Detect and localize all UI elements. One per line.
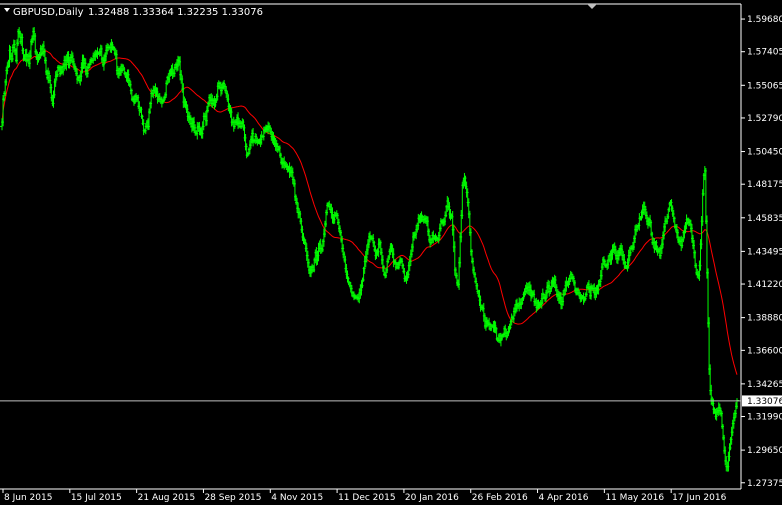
y-tick-label: 1.41220 xyxy=(747,280,782,290)
y-tick-label: 1.55065 xyxy=(747,81,782,91)
x-tick-label: 4 Nov 2015 xyxy=(271,493,323,503)
y-tick-label: 1.29650 xyxy=(747,446,782,456)
y-tick-label: 1.52790 xyxy=(747,114,782,124)
current-price-label: 1.33076 xyxy=(747,397,782,407)
x-tick-label: 20 Jan 2016 xyxy=(405,493,459,503)
x-tick-label: 11 May 2016 xyxy=(605,493,664,503)
chart-window[interactable]: GBPUSD,Daily 1.32488 1.33364 1.32235 1.3… xyxy=(0,0,782,505)
x-tick-label: 11 Dec 2015 xyxy=(338,493,396,503)
y-tick-label: 1.27375 xyxy=(747,479,782,489)
y-tick-label: 1.31990 xyxy=(747,413,782,423)
x-tick-label: 28 Sep 2015 xyxy=(204,493,261,503)
y-tick-label: 1.38880 xyxy=(747,314,782,324)
y-tick-label: 1.57405 xyxy=(747,48,782,58)
y-tick-label: 1.45835 xyxy=(747,214,782,224)
x-tick-label: 17 Jun 2016 xyxy=(672,493,726,503)
y-tick-label: 1.34265 xyxy=(747,380,782,390)
x-tick-label: 8 Jun 2015 xyxy=(4,493,52,503)
symbol-timeframe-label: GBPUSD,Daily xyxy=(13,7,84,18)
x-tick-label: 21 Aug 2015 xyxy=(138,493,196,503)
y-tick-label: 1.43495 xyxy=(747,247,782,257)
price-chart[interactable]: GBPUSD,Daily 1.32488 1.33364 1.32235 1.3… xyxy=(0,0,782,505)
x-tick-label: 15 Jul 2015 xyxy=(71,493,122,503)
y-tick-label: 1.48175 xyxy=(747,180,782,190)
x-tick-label: 4 Apr 2016 xyxy=(539,493,589,503)
chart-background xyxy=(0,0,782,505)
y-tick-label: 1.59680 xyxy=(747,15,782,25)
y-tick-label: 1.36600 xyxy=(747,346,782,356)
x-tick-label: 26 Feb 2016 xyxy=(472,493,528,503)
price-axis: 1.59680 1.57405 1.55065 1.52790 1.50450 1.481… xyxy=(741,15,782,489)
ohlc-label: 1.32488 1.33364 1.32235 1.33076 xyxy=(88,7,263,18)
y-tick-label: 1.50450 xyxy=(747,148,782,158)
